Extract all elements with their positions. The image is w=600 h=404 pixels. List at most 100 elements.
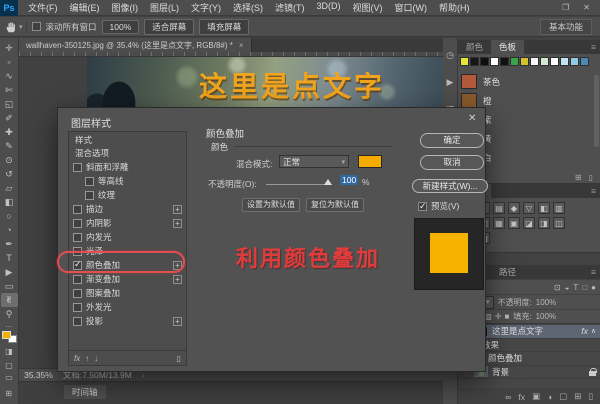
scroll-all-windows-checkbox[interactable] [32,22,41,31]
mini-bridge-icon[interactable]: ▭ [5,373,13,382]
new-swatch-icon[interactable]: ⊞ [575,173,582,182]
collapse-effects-icon[interactable]: ∧ [591,327,596,335]
plus-icon[interactable]: + [173,275,182,284]
panel-menu-icon[interactable]: ≡ [591,265,600,279]
style-checkbox[interactable] [73,289,82,298]
swatch-chip[interactable] [500,57,509,66]
fx-badge[interactable]: fx [581,326,588,336]
plus-icon[interactable]: + [173,205,182,214]
zoom-level[interactable]: 35.35% [24,370,53,380]
dialog-close-icon[interactable]: ✕ [468,113,476,124]
swatch-chip[interactable] [540,57,549,66]
filter-type-icon[interactable]: T [573,283,578,292]
swatch-chip[interactable] [570,57,579,66]
style-checkbox[interactable] [73,233,82,242]
delete-layer-icon[interactable]: ▯ [588,391,593,402]
plus-icon[interactable]: + [173,219,182,228]
color-chips[interactable] [2,331,17,343]
zoom-100-button[interactable]: 100% [102,20,140,34]
marquee-tool[interactable]: ▫ [1,55,18,69]
menu-item[interactable]: 图层(L) [144,1,185,14]
blend-mode-dropdown[interactable]: 正常 ▾ [279,155,349,168]
lock-position-icon[interactable]: ✛ [495,312,502,321]
menu-item[interactable]: 文字(Y) [185,1,227,14]
gradient-tool[interactable]: ◧ [1,195,18,209]
style-thumb[interactable]: ◪ [523,217,535,229]
opacity-slider-thumb[interactable] [324,179,332,185]
panel-menu-icon[interactable]: ≡ [591,40,600,54]
styles-list-header[interactable]: 样式 [69,134,186,147]
adjustment-layer-icon[interactable]: ◑ [547,392,552,402]
style-thumb[interactable]: ▽ [523,202,535,214]
style-stroke[interactable]: 描边 + [69,202,186,216]
lasso-tool[interactable]: ∿ [1,69,18,83]
healing-brush-tool[interactable]: ✚ [1,125,18,139]
swatch-chip[interactable] [520,57,529,66]
type-tool[interactable]: T [1,251,18,265]
swatch-chip[interactable] [490,57,499,66]
make-default-button[interactable]: 设置为默认值 [242,198,300,212]
style-checkbox[interactable] [73,303,82,312]
style-inner-shadow[interactable]: 内阴影 + [69,216,186,230]
style-checkbox[interactable] [85,177,94,186]
move-down-icon[interactable]: ↓ [94,354,98,363]
style-thumb[interactable]: ◆ [508,202,520,214]
history-brush-tool[interactable]: ↺ [1,167,18,181]
eraser-tool[interactable]: ▱ [1,181,18,195]
panel-menu-icon[interactable]: ≡ [591,184,600,198]
style-thumb[interactable]: ◫ [553,217,565,229]
menu-item[interactable]: 滤镜(T) [269,1,311,14]
style-outer-glow[interactable]: 外发光 + [69,300,186,314]
style-pattern-overlay[interactable]: 图案叠加 + [69,286,186,300]
pen-tool[interactable]: ✒ [1,237,18,251]
crop-tool[interactable]: ◱ [1,97,18,111]
menu-item[interactable]: 图像(I) [106,1,145,14]
quick-mask-icon[interactable]: ◨ [1,345,18,359]
filter-adjust-icon[interactable]: ◒ [565,283,570,292]
add-mask-icon[interactable]: ▣ [532,391,540,402]
overlay-color-swatch[interactable] [358,155,382,168]
move-up-icon[interactable]: ↑ [85,354,89,363]
style-checkbox[interactable] [73,205,82,214]
close-tab-icon[interactable]: × [239,41,244,50]
style-checkbox[interactable] [73,275,82,284]
tab-paths[interactable]: 路径 [491,265,524,279]
menu-item[interactable]: 选择(S) [227,1,269,14]
cancel-button[interactable]: 取消 [420,155,484,170]
style-thumb[interactable]: ▥ [553,202,565,214]
hand-tool[interactable]: ✌ [1,293,18,307]
style-checkbox[interactable] [85,191,94,200]
active-tool-preview[interactable]: ▾ [5,21,27,33]
menu-item[interactable]: 帮助(H) [433,1,476,14]
preview-checkbox[interactable] [418,202,427,211]
quick-selection-tool[interactable]: ✄ [1,83,18,97]
opacity-value[interactable]: 100% [536,298,556,307]
plus-icon[interactable]: + [173,317,182,326]
style-bevel-emboss[interactable]: 斜面和浮雕 + [69,160,186,174]
menu-item[interactable]: 文件(F) [22,1,64,14]
style-checkbox[interactable] [73,163,82,172]
style-thumb[interactable]: ▤ [493,202,505,214]
screen-mode-icon[interactable]: ▢ [1,359,18,373]
opacity-value-input[interactable]: 100 [340,175,358,185]
document-tab[interactable]: wallhaven-350125.jpg @ 35.4% (这里是点文字, RG… [19,38,252,52]
new-layer-icon[interactable]: ⊞ [574,391,581,402]
preview-checkbox-row[interactable]: 预览(V) [418,200,459,212]
tab-color[interactable]: 颜色 [458,40,491,54]
style-checkbox[interactable] [73,219,82,228]
swatch-chip[interactable] [530,57,539,66]
fx-icon[interactable]: fx [74,354,80,363]
menu-item[interactable]: 视图(V) [347,1,389,14]
menu-item[interactable]: 编辑(E) [64,1,106,14]
zoom-tool[interactable]: ⚲ [1,307,18,321]
blending-options-item[interactable]: 混合选项 [69,147,186,160]
layer-group-icon[interactable]: ▢ [559,391,567,402]
style-inner-glow[interactable]: 内发光 + [69,230,186,244]
swatch-chip[interactable] [580,57,589,66]
close-window-icon[interactable]: ✕ [583,3,590,12]
opacity-slider-track[interactable] [266,184,332,185]
workspace-switcher[interactable]: 基本功能 [540,19,592,35]
restore-window-icon[interactable]: ❐ [562,3,569,12]
reset-default-button[interactable]: 复位为默认值 [306,198,364,212]
swatch-chip[interactable] [550,57,559,66]
